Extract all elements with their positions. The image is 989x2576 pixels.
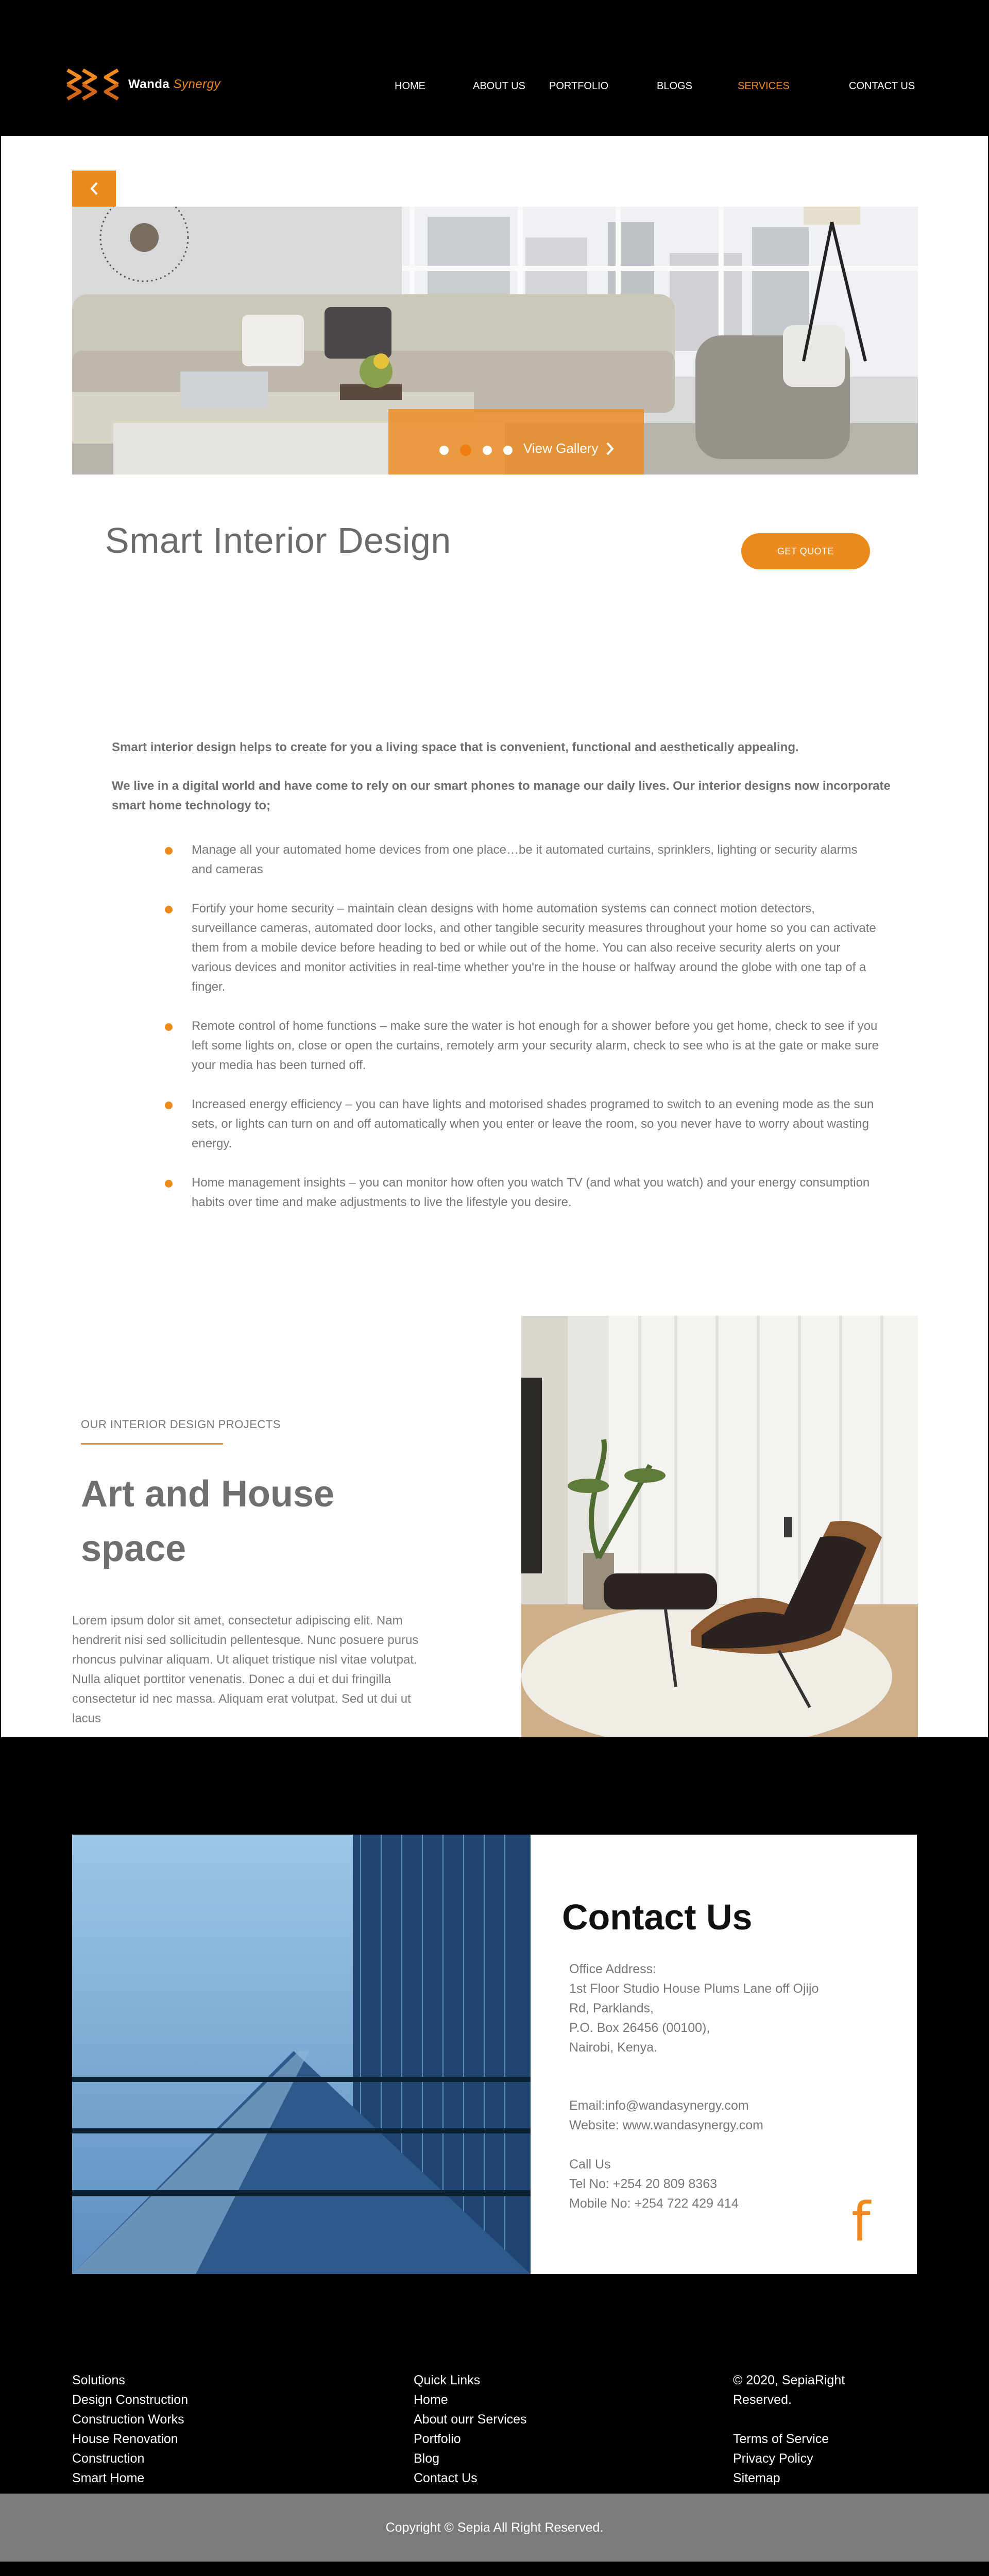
contact-section: Contact Us Office Address: 1st Floor Stu…	[0, 1737, 989, 2562]
footer-link[interactable]: Home	[414, 2390, 527, 2410]
get-quote-button[interactable]: GET QUOTE	[741, 533, 870, 569]
footer-link[interactable]: Sitemap	[733, 2468, 845, 2488]
office-line: 1st Floor Studio House Plums Lane off Oj…	[569, 1981, 819, 1996]
projects-text: Lorem ipsum dolor sit amet, consectetur …	[72, 1614, 419, 1725]
projects-title: Art and House space	[81, 1473, 335, 1569]
contact-card: Contact Us Office Address: 1st Floor Stu…	[531, 1835, 917, 2274]
facebook-icon[interactable]: f	[851, 2195, 871, 2249]
view-gallery-link[interactable]: View Gallery	[523, 440, 615, 456]
footer-legal: © 2020, SepiaRight Reserved. Terms of Se…	[733, 2370, 845, 2488]
chevron-right-icon	[606, 442, 615, 455]
back-button[interactable]	[72, 171, 116, 207]
website-link[interactable]: Website: www.wandasynergy.com	[569, 2115, 858, 2135]
footer-solutions: Solutions Design Construction Constructi…	[72, 2370, 188, 2488]
footer-heading: Quick Links	[414, 2373, 481, 2387]
nav-blogs[interactable]: BLOGS	[657, 80, 692, 92]
footer-link[interactable]: Construction	[72, 2449, 188, 2468]
list-item: Increased energy efficiency – you can ha…	[165, 1095, 881, 1154]
intro-paragraph-1: Smart interior design helps to create fo…	[112, 740, 799, 754]
footer-link[interactable]: Design Construction	[72, 2390, 188, 2410]
footer-heading: Solutions	[72, 2373, 125, 2387]
footer-link[interactable]: Smart Home	[72, 2468, 188, 2488]
list-item: Manage all your automated home devices f…	[165, 840, 881, 879]
nav-contact-us[interactable]: CONTACT US	[849, 80, 915, 92]
slide-dot[interactable]	[439, 446, 449, 455]
page-title: Smart Interior Design	[105, 520, 451, 561]
phone-contacts: Call Us Tel No: +254 20 809 8363 Mobile …	[569, 2155, 858, 2213]
mobile-number[interactable]: Mobile No: +254 722 429 414	[569, 2194, 858, 2213]
footer-link[interactable]: Construction Works	[72, 2410, 188, 2429]
office-label: Office Address:	[569, 1962, 657, 1976]
footer-copyright-line: © 2020, SepiaRight	[733, 2373, 845, 2387]
slide-dots	[439, 445, 513, 456]
building-image	[72, 1835, 531, 2274]
slide-dot[interactable]	[483, 446, 492, 455]
footer-link[interactable]: House Renovation	[72, 2429, 188, 2449]
office-line: P.O. Box 26456 (00100),	[569, 2021, 710, 2035]
section-eyebrow: OUR INTERIOR DESIGN PROJECTS	[81, 1418, 281, 1431]
intro-paragraph-2: We live in a digital world and have come…	[112, 779, 891, 812]
copyright-text: Copyright © Sepia All Right Reserved.	[385, 2520, 604, 2535]
list-item: Remote control of home functions – make …	[165, 1016, 881, 1075]
office-line: Rd, Parklands,	[569, 2001, 654, 2015]
copyright-bar: Copyright © Sepia All Right Reserved.	[0, 2494, 989, 2562]
gallery-bar: View Gallery	[388, 409, 644, 474]
chevron-left-icon	[90, 182, 97, 195]
footer-link[interactable]: Portfolio	[414, 2429, 527, 2449]
nav-about-us[interactable]: ABOUT US	[473, 80, 525, 92]
footer-link[interactable]: Privacy Policy	[733, 2449, 845, 2468]
nav-portfolio[interactable]: PORTFOLIO	[549, 80, 608, 92]
divider	[81, 1443, 223, 1445]
list-item: Fortify your home security – maintain cl…	[165, 899, 881, 997]
tel-number[interactable]: Tel No: +254 20 809 8363	[569, 2174, 858, 2194]
office-line: Nairobi, Kenya.	[569, 2040, 657, 2055]
call-label: Call Us	[569, 2157, 611, 2172]
list-item: Home management insights – you can monit…	[165, 1173, 881, 1212]
footer-spacer	[733, 2410, 845, 2429]
online-contacts: Email:info@wandasynergy.com Website: www…	[569, 2096, 858, 2135]
contact-title: Contact Us	[562, 1897, 753, 1937]
office-address: Office Address: 1st Floor Studio House P…	[569, 1959, 858, 2057]
email-link[interactable]: Email:info@wandasynergy.com	[569, 2096, 858, 2115]
nav-services[interactable]: SERVICES	[738, 80, 790, 92]
project-image	[521, 1316, 918, 1739]
footer-quick-links: Quick Links Home About ourr Services Por…	[414, 2370, 527, 2488]
site-header: Wanda Synergy HOME ABOUT US PORTFOLIO BL…	[0, 0, 989, 136]
view-gallery-label: View Gallery	[523, 440, 599, 456]
slide-dot[interactable]	[503, 446, 513, 455]
footer-link[interactable]: Blog	[414, 2449, 527, 2468]
footer-copyright-line: Reserved.	[733, 2393, 792, 2407]
footer-link[interactable]: Contact Us	[414, 2468, 527, 2488]
features-list: Manage all your automated home devices f…	[165, 840, 881, 1232]
main-nav: HOME ABOUT US PORTFOLIO BLOGS SERVICES C…	[0, 80, 989, 96]
nav-home[interactable]: HOME	[395, 80, 425, 92]
footer-link[interactable]: About ourr Services	[414, 2410, 527, 2429]
slide-dot-active[interactable]	[460, 445, 471, 456]
main-content: View Gallery Smart Interior Design GET Q…	[1, 136, 988, 1739]
footer-link[interactable]: Terms of Service	[733, 2429, 845, 2449]
